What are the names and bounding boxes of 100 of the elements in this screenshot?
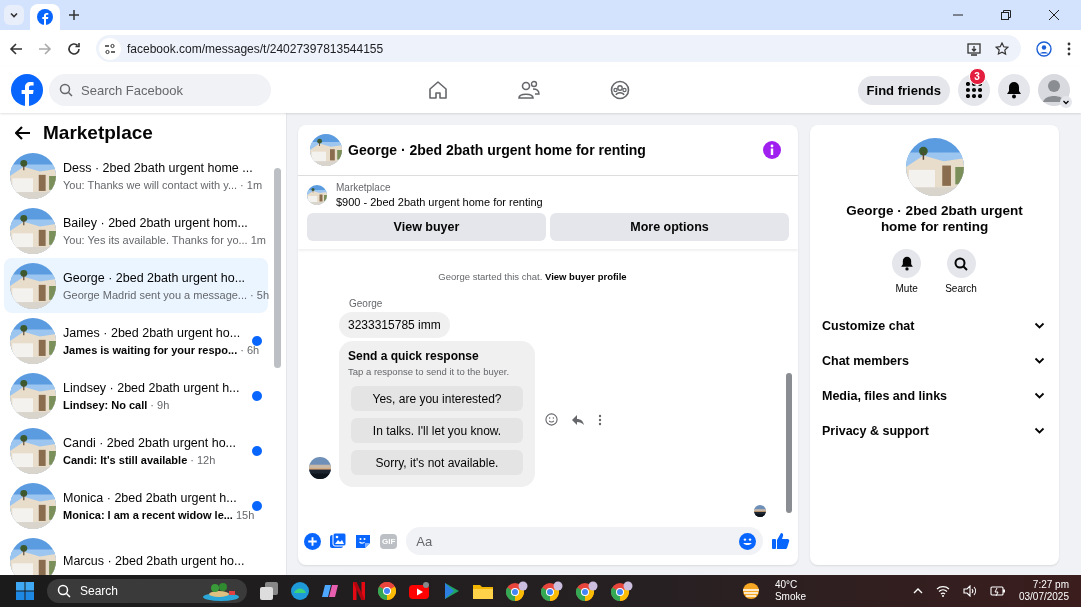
speaker-icon[interactable] xyxy=(962,585,977,597)
petal-icon[interactable] xyxy=(322,582,340,600)
search-field[interactable]: Search Facebook xyxy=(49,74,271,106)
bell-icon xyxy=(1006,81,1022,99)
chevron-icon[interactable] xyxy=(1034,355,1045,367)
chat-notice: George started this chat. View buyer profile xyxy=(438,271,627,282)
conversation-title: Candi · 2bed 2bath urgent ho... xyxy=(63,435,238,451)
notifications-button[interactable] xyxy=(998,74,1030,106)
chevron-icon[interactable] xyxy=(1034,320,1045,332)
action-button[interactable]: View buyer xyxy=(307,213,546,241)
tab-list-button[interactable] xyxy=(4,5,24,25)
caret-icon xyxy=(9,10,19,20)
message-time: · 12h xyxy=(190,454,216,466)
conversation-item[interactable]: Bailey · 2bed 2bath urgent hom... You: Yes its available. Thanks for yo... 1m xyxy=(4,203,268,258)
folder-icon[interactable] xyxy=(473,583,493,599)
install-icon[interactable] xyxy=(967,41,981,56)
buyer-profile-link[interactable]: View buyer profile xyxy=(545,271,627,282)
sticker-icon[interactable] xyxy=(355,533,371,549)
quick-reply-button[interactable]: Yes, are you interested? xyxy=(351,386,523,411)
mute-button[interactable] xyxy=(892,249,922,279)
image-icon[interactable] xyxy=(330,533,346,549)
plus-icon[interactable] xyxy=(304,532,321,550)
close-icon[interactable] xyxy=(1049,10,1059,20)
message-time: · 5h xyxy=(250,289,269,301)
star-icon[interactable] xyxy=(995,41,1009,56)
find-friends-button[interactable]: Find friends xyxy=(857,75,950,105)
wifi-icon[interactable] xyxy=(935,585,950,597)
details-section[interactable]: Media, files and links xyxy=(810,378,1059,414)
message-time: 1m xyxy=(250,234,266,246)
conversation-item[interactable]: George · 2bed 2bath urgent ho... George Madrid sent you a message... · 5h xyxy=(4,258,268,313)
smiley-icon[interactable] xyxy=(545,413,558,426)
ring-icon[interactable] xyxy=(506,581,528,601)
friends-icon[interactable] xyxy=(518,80,540,100)
address-field[interactable]: facebook.com/messages/t/24027397813544155 xyxy=(96,35,1021,62)
conversation-item[interactable]: Dess · 2bed 2bath urgent home ... You: Thanks we will contact with y... · 1m xyxy=(4,148,268,203)
ring-icon[interactable] xyxy=(541,581,563,601)
section-title: Chat members xyxy=(822,353,909,368)
message-preview: You: Yes its available. Thanks for yo... xyxy=(63,234,248,246)
groups-icon[interactable] xyxy=(610,80,630,100)
conversation-item[interactable]: James · 2bed 2bath urgent ho... James is waiting for your respo... · 6h xyxy=(4,313,268,368)
facebook-logo[interactable] xyxy=(11,74,43,106)
profile-icon[interactable] xyxy=(1036,40,1052,57)
message-field[interactable]: Aa xyxy=(406,527,763,555)
details-section[interactable]: Privacy & support xyxy=(810,413,1059,449)
battery-icon[interactable] xyxy=(989,585,1006,597)
taskbar-search[interactable]: Search xyxy=(47,579,247,603)
sidebar-title: Marketplace xyxy=(43,122,153,144)
play-icon[interactable] xyxy=(409,582,431,600)
ring-icon[interactable] xyxy=(611,581,633,601)
reload-icon[interactable] xyxy=(67,41,81,56)
chat-title: George · 2bed 2bath urgent home for renting xyxy=(348,142,647,158)
wave-icon[interactable] xyxy=(291,582,309,600)
temperature: 40°C xyxy=(774,579,799,591)
maximize-icon[interactable] xyxy=(1001,10,1011,20)
triangle-icon[interactable] xyxy=(444,582,460,600)
conversation-item[interactable]: Monica · 2bed 2bath urgent h... Monica: I am a recent widow le... 15h xyxy=(4,478,268,533)
message-preview: Monica: I am a recent widow le... xyxy=(63,509,233,521)
action-label: Mute xyxy=(895,283,918,295)
ring-icon[interactable] xyxy=(576,581,598,601)
weather-text: Smoke xyxy=(774,591,807,603)
browser-tab[interactable] xyxy=(30,4,60,30)
start-icon[interactable] xyxy=(16,582,34,600)
conversation-title: James · 2bed 2bath urgent ho... xyxy=(63,325,242,341)
message-preview: Lindsey: No call xyxy=(63,399,148,411)
conversation-item[interactable]: Lindsey · 2bed 2bath urgent h... Lindsey: No call · 9h xyxy=(4,368,268,423)
task-view-icon[interactable] xyxy=(260,582,278,600)
site-settings-icon[interactable] xyxy=(99,37,121,60)
conversation-item[interactable]: Candi · 2bed 2bath urgent ho... Candi: It's still available · 12h xyxy=(4,423,268,478)
back-icon[interactable] xyxy=(9,41,23,56)
section-title: Customize chat xyxy=(822,318,915,333)
details-section[interactable]: Customize chat xyxy=(810,308,1059,344)
message-preview: James is waiting for your respo... xyxy=(63,344,238,356)
grid-icon xyxy=(966,82,982,98)
back-icon[interactable] xyxy=(15,126,31,140)
stripe-icon[interactable] xyxy=(353,582,365,600)
more-icon[interactable] xyxy=(1067,41,1071,56)
quick-reply-button[interactable]: In talks. I'll let you know. xyxy=(351,418,523,443)
search-icon xyxy=(59,83,73,97)
chevron-icon[interactable] xyxy=(1034,390,1045,402)
thumbs-up-icon[interactable] xyxy=(772,532,790,550)
action-label: Search xyxy=(945,283,977,295)
conversation-title: Bailey · 2bed 2bath urgent hom... xyxy=(63,215,249,231)
home-icon[interactable] xyxy=(428,80,448,100)
ring-icon[interactable] xyxy=(378,582,396,600)
island-icon xyxy=(201,581,241,601)
info-icon[interactable] xyxy=(763,141,781,159)
new-tab-icon[interactable] xyxy=(66,7,82,23)
emoji-icon[interactable] xyxy=(739,532,756,550)
details-section[interactable]: Chat members xyxy=(810,343,1059,379)
message-preview: George Madrid sent you a message... xyxy=(63,289,248,301)
quick-reply-button[interactable]: Sorry, it's not available. xyxy=(351,450,523,475)
caret-icon[interactable] xyxy=(912,587,923,595)
listing-title: $900 - 2bed 2bath urgent home for renting xyxy=(336,196,543,208)
action-button[interactable]: More options xyxy=(550,213,789,241)
search-button[interactable] xyxy=(946,249,976,279)
more-icon[interactable] xyxy=(598,413,602,426)
quick-response-hint: Tap a response to send it to the buyer. xyxy=(348,366,511,377)
caret-icon[interactable] xyxy=(1060,96,1072,108)
reply-icon[interactable] xyxy=(571,413,585,426)
chevron-icon[interactable] xyxy=(1034,425,1045,437)
